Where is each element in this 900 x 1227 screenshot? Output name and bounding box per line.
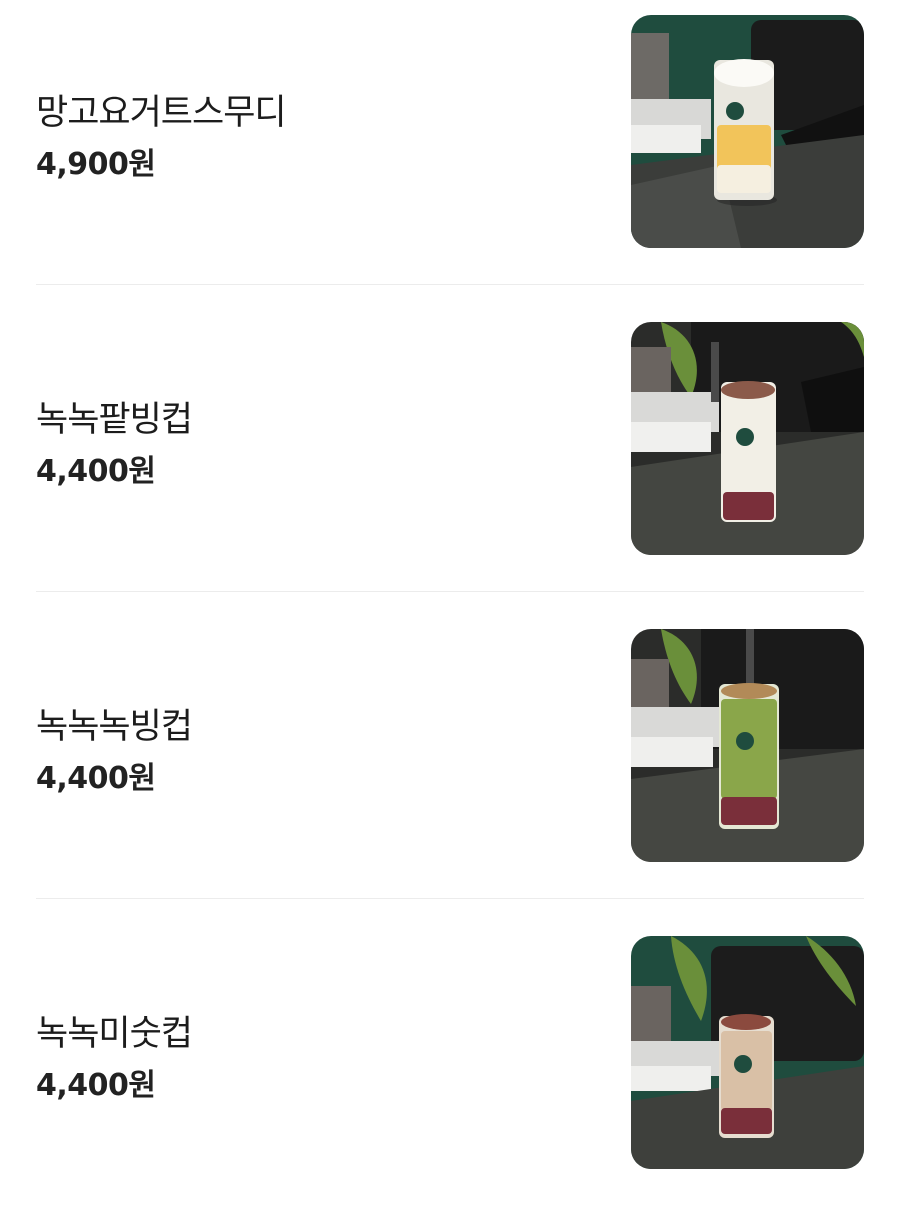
menu-list: 망고요거트스무디 4,900원 녹녹팥빙컵 4,400원 녹녹녹빙컵 4,400… — [0, 0, 900, 1184]
menu-item[interactable]: 녹녹미숫컵 4,400원 — [36, 921, 864, 1227]
menu-item-photo[interactable] — [631, 322, 864, 555]
menu-item-name: 녹녹팥빙컵 — [36, 400, 193, 440]
menu-item-price: 4,900원 — [36, 147, 156, 182]
menu-item-name: 녹녹녹빙컵 — [36, 707, 193, 747]
menu-item-price: 4,400원 — [36, 454, 156, 489]
menu-item-name: 녹녹미숫컵 — [36, 1014, 193, 1054]
menu-item-photo[interactable] — [631, 629, 864, 862]
menu-item-photo[interactable] — [631, 936, 864, 1169]
menu-item[interactable]: 망고요거트스무디 4,900원 — [36, 0, 864, 306]
menu-item-name: 망고요거트스무디 — [36, 93, 287, 133]
menu-item-price: 4,400원 — [36, 761, 156, 796]
menu-item[interactable]: 녹녹팥빙컵 4,400원 — [36, 307, 864, 613]
menu-item-photo[interactable] — [631, 15, 864, 248]
menu-item-price: 4,400원 — [36, 1068, 156, 1103]
divider — [36, 284, 864, 285]
divider — [36, 898, 864, 899]
menu-item[interactable]: 녹녹녹빙컵 4,400원 — [36, 614, 864, 920]
divider — [36, 591, 864, 592]
